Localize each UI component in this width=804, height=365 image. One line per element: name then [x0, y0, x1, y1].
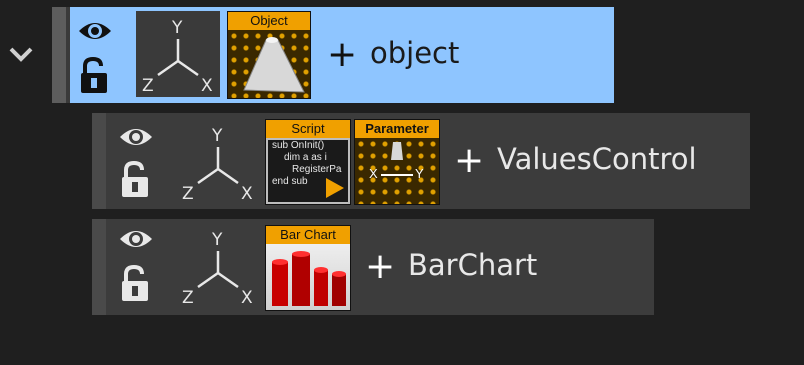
node-name[interactable]: ValuesControl — [497, 142, 697, 176]
axis-gizmo-icon: Y Z X — [182, 230, 253, 308]
play-arrow-icon — [326, 178, 344, 198]
plugin-label: Object — [228, 12, 310, 30]
axis-label-z: Z — [182, 184, 194, 204]
plugin-label: Script — [266, 120, 350, 138]
scene-tree-panel: Y Z X Object + object Y Z X Script sub O… — [0, 0, 804, 365]
tree-row-object[interactable]: Y Z X Object + object — [52, 7, 614, 103]
code-line: sub OnInit() — [272, 140, 325, 151]
row-grip — [92, 113, 106, 209]
unlock-icon[interactable] — [79, 57, 109, 95]
node-name[interactable]: object — [370, 36, 459, 70]
chevron-down-icon[interactable] — [8, 46, 34, 64]
axis-label-y: Y — [211, 126, 223, 146]
plugin-label: Bar Chart — [266, 226, 350, 244]
cone-shape-icon — [391, 142, 403, 160]
node-name[interactable]: BarChart — [408, 248, 537, 282]
axis-gizmo-icon: Y Z X — [136, 11, 220, 97]
add-plugin-button[interactable]: + — [454, 143, 484, 179]
cone-shape-icon — [243, 37, 305, 93]
axis-label-y: Y — [171, 18, 183, 38]
eye-icon[interactable] — [78, 19, 112, 43]
object-plugin-icon[interactable]: Object — [227, 11, 311, 99]
tree-row-valuescontrol[interactable]: Y Z X Script sub OnInit() dim a as i Reg… — [92, 113, 750, 209]
row-grip — [52, 7, 66, 103]
code-line: RegisterPa — [292, 164, 342, 175]
bar-chart-plugin-icon[interactable]: Bar Chart — [265, 225, 351, 311]
axis-label-y: Y — [211, 230, 223, 250]
code-line: end sub — [272, 176, 308, 187]
eye-icon[interactable] — [119, 125, 153, 149]
axis-label-z: Z — [142, 76, 154, 96]
unlock-icon[interactable] — [120, 265, 150, 303]
axis-label-x: X — [201, 76, 213, 96]
axis-label-z: Z — [182, 288, 194, 308]
add-plugin-button[interactable]: + — [365, 249, 395, 285]
bar-chart-shape-icon — [272, 251, 346, 306]
parameter-plugin-icon[interactable]: Parameter X Y — [354, 119, 440, 205]
axis-label-x: X — [241, 184, 253, 204]
tree-row-barchart[interactable]: Y Z X Bar Chart + BarChart — [92, 219, 654, 315]
range-line — [381, 174, 413, 176]
axis-label-x: X — [241, 288, 253, 308]
add-plugin-button[interactable]: + — [327, 37, 357, 73]
plugin-label: Parameter — [355, 120, 439, 138]
script-plugin-icon[interactable]: Script sub OnInit() dim a as i RegisterP… — [265, 119, 351, 205]
axis-label-y: Y — [415, 166, 424, 181]
unlock-icon[interactable] — [120, 161, 150, 199]
code-line: dim a as i — [284, 152, 327, 163]
axis-gizmo-icon: Y Z X — [182, 126, 253, 204]
eye-icon[interactable] — [119, 227, 153, 251]
row-grip — [92, 219, 106, 315]
axis-label-x: X — [369, 166, 378, 181]
